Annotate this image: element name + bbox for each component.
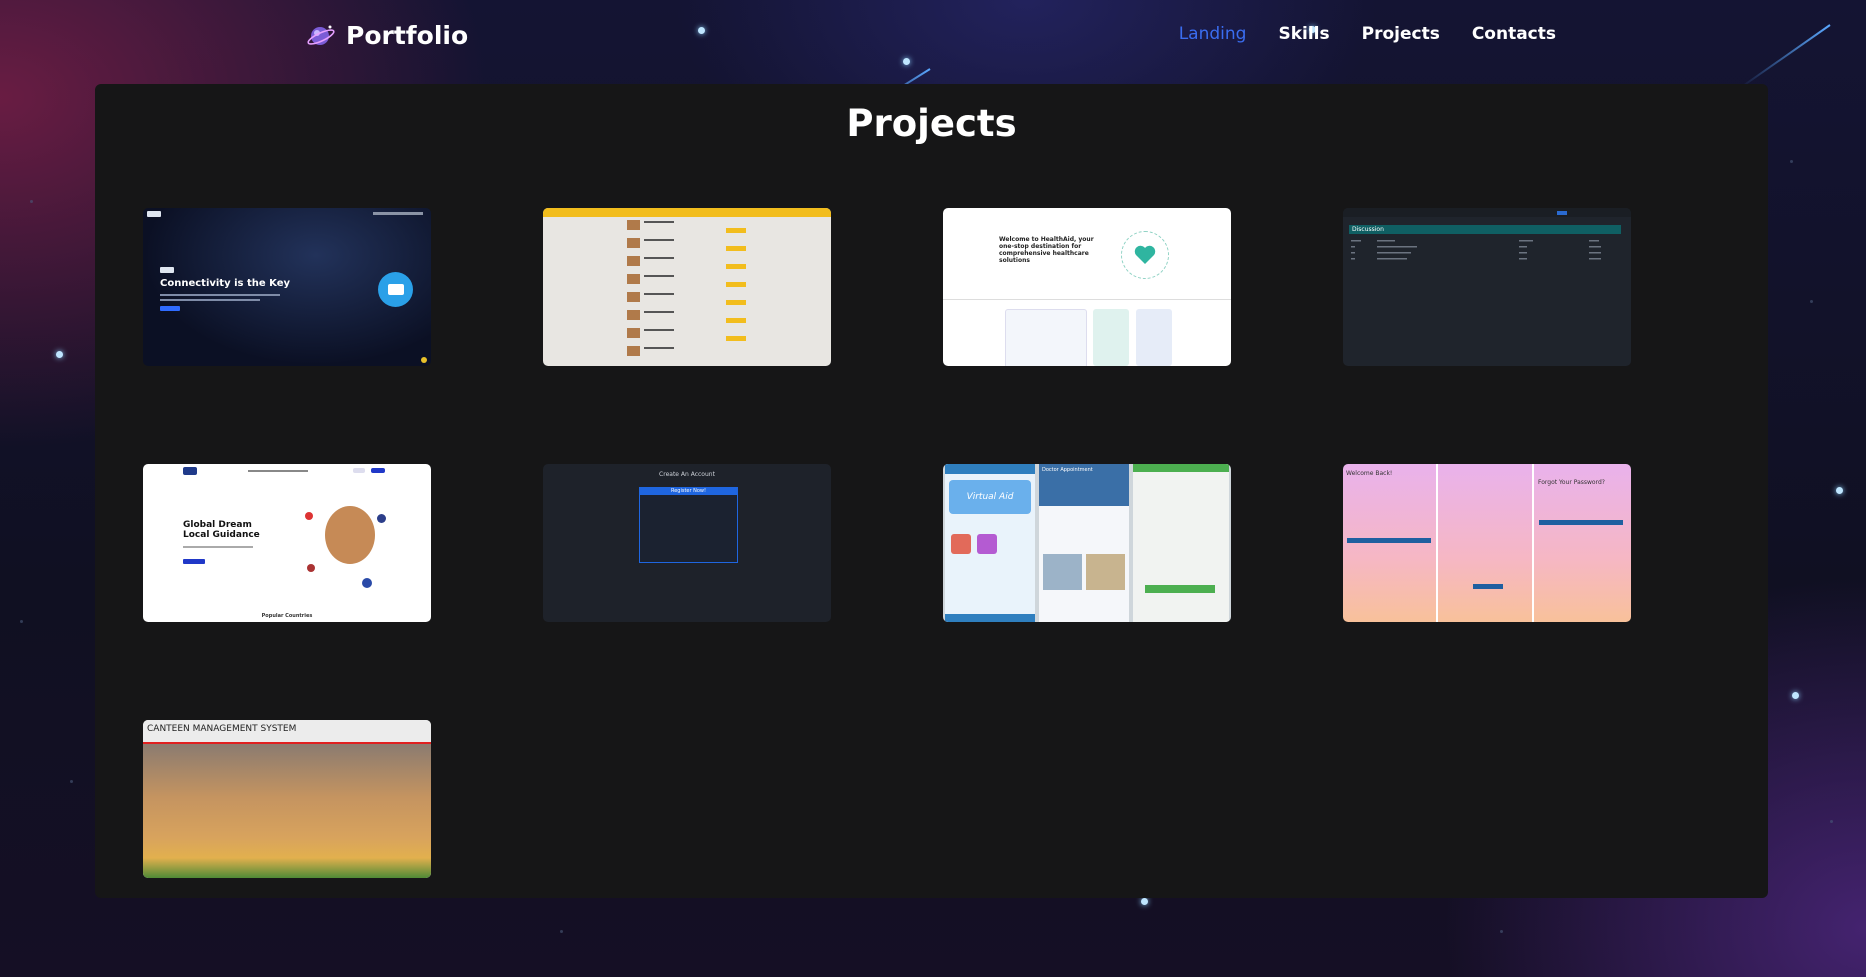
logo-icon (307, 25, 335, 45)
thumb-text (160, 299, 260, 301)
flag-icon (305, 512, 313, 520)
thumb-text (160, 294, 280, 296)
thumb-screen (1005, 309, 1087, 366)
flag-icon (377, 514, 386, 523)
divider (1436, 464, 1438, 622)
divider (1532, 464, 1534, 622)
star (1810, 300, 1813, 303)
thumb-heading: Welcome Back! (1346, 470, 1393, 477)
flag-icon (362, 578, 372, 588)
star (1790, 160, 1793, 163)
thumb-screen (1136, 309, 1172, 366)
project-card-8[interactable]: Welcome Back! Forgot Your Password? (1343, 464, 1631, 622)
thumb-heading: Global Dream Local Guidance (183, 520, 260, 540)
thumb-screen (1093, 309, 1129, 366)
thumb-nav (373, 212, 423, 215)
nav-projects[interactable]: Projects (1362, 24, 1440, 44)
thumb-logo (160, 267, 174, 273)
project-card-3[interactable]: Welcome to HealthAid, your one-stop dest… (943, 208, 1231, 366)
thumb-button (1473, 584, 1503, 589)
thumb-heading: CANTEEN MANAGEMENT SYSTEM (147, 724, 297, 734)
navbar: Portfolio Landing Skills Projects Contac… (0, 0, 1866, 72)
thumb-button (371, 468, 385, 473)
star (560, 930, 563, 933)
star (1830, 820, 1833, 823)
thumb-phone-screen: Virtual Aid (945, 464, 1035, 622)
thumb-badge (421, 357, 427, 363)
flag-icon (307, 564, 315, 572)
thumb-nav (248, 470, 308, 472)
star (20, 620, 23, 623)
thumb-sandwich-image (143, 744, 431, 878)
thumb-button (183, 559, 205, 564)
project-card-9[interactable]: CANTEEN MANAGEMENT SYSTEM (143, 720, 431, 878)
star (1792, 692, 1799, 699)
thumb-button (353, 468, 365, 473)
thumb-phone-screen (1133, 464, 1229, 622)
star (70, 780, 73, 783)
star (56, 351, 63, 358)
project-card-5[interactable]: Global Dream Local Guidance Popular Coun… (143, 464, 431, 622)
project-card-7[interactable]: Virtual Aid Doctor Appointment (943, 464, 1231, 622)
project-card-4[interactable]: Discussion (1343, 208, 1631, 366)
thumb-button (1557, 211, 1567, 215)
divider (943, 299, 1231, 300)
star (30, 200, 33, 203)
thumb-sub: Forgot Your Password? (1538, 479, 1605, 486)
thumb-footer: Popular Countries (261, 613, 313, 619)
thumb-person (325, 506, 375, 564)
thumb-form: Register Now! (639, 487, 738, 563)
star (1141, 898, 1148, 905)
thumb-food-list (627, 220, 746, 356)
project-card-1[interactable]: Connectivity is the Key (143, 208, 431, 366)
thumb-heading: Create An Account (659, 471, 715, 478)
thumb-phone-screen: Doctor Appointment (1039, 464, 1129, 622)
heart-icon (1121, 231, 1169, 279)
thumb-header (1343, 208, 1631, 217)
thumb-button (1347, 538, 1431, 543)
chat-icon (378, 272, 413, 307)
thumb-heading: Welcome to HealthAid, your one-stop dest… (999, 236, 1094, 264)
brand[interactable]: Portfolio (306, 20, 468, 50)
thumb-heading: Virtual Aid (949, 480, 1031, 514)
thumb-heading: Connectivity is the Key (160, 278, 290, 289)
thumb-logo (147, 211, 161, 217)
nav-contacts[interactable]: Contacts (1472, 24, 1556, 44)
nav-landing[interactable]: Landing (1179, 24, 1247, 44)
thumb-header (543, 208, 831, 217)
nav-skills[interactable]: Skills (1278, 24, 1329, 44)
projects-panel: Projects Connectivity is the Key Welcome… (95, 84, 1768, 898)
star (1500, 930, 1503, 933)
thumb-header: CANTEEN MANAGEMENT SYSTEM (143, 720, 431, 744)
thumb-button (160, 306, 180, 311)
brand-name: Portfolio (346, 20, 469, 50)
thumb-logo (183, 467, 197, 475)
thumb-form-header: Register Now! (640, 488, 737, 495)
nav-links: Landing Skills Projects Contacts (1179, 24, 1556, 44)
thumb-button (1539, 520, 1623, 525)
section-title: Projects (846, 102, 1017, 145)
star (1836, 487, 1843, 494)
project-card-2[interactable] (543, 208, 831, 366)
thumb-table (1351, 240, 1601, 260)
thumb-text (183, 546, 253, 548)
project-card-6[interactable]: Create An Account Register Now! (543, 464, 831, 622)
thumb-heading: Discussion (1349, 225, 1621, 234)
thumb-sub: Doctor Appointment (1039, 464, 1129, 506)
